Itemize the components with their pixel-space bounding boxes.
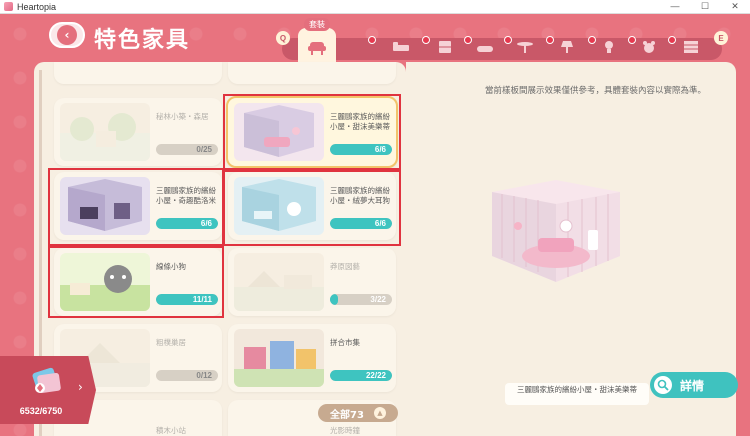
brick-wall-icon bbox=[684, 41, 698, 53]
progress-count: 0/12 bbox=[196, 371, 212, 380]
set-name: 積木小站 bbox=[156, 426, 186, 435]
set-thumbnail bbox=[234, 253, 324, 311]
tab-sets[interactable]: 套裝 bbox=[298, 18, 336, 66]
chevron-right-icon: › bbox=[78, 380, 83, 394]
tab-wall[interactable] bbox=[682, 40, 700, 54]
details-label: 詳情 bbox=[680, 378, 705, 393]
cabinet-icon bbox=[439, 41, 451, 53]
back-button[interactable]: ‹ bbox=[49, 22, 85, 48]
app-icon bbox=[4, 2, 13, 11]
tab-bed[interactable] bbox=[392, 40, 410, 54]
tab-table[interactable] bbox=[516, 40, 534, 54]
progress-bar: 0/12 bbox=[156, 370, 218, 381]
chevron-up-icon: ▲ bbox=[373, 407, 386, 419]
tab-lamp[interactable] bbox=[558, 40, 576, 54]
plant-icon bbox=[605, 41, 613, 53]
progress-bar: 3/22 bbox=[330, 294, 392, 305]
progress-count: 3/22 bbox=[370, 295, 386, 304]
tab-badge-dot bbox=[368, 36, 376, 44]
set-name: 秘林小築・森居 bbox=[156, 112, 209, 121]
highlight-box bbox=[48, 168, 224, 246]
tab-badge-dot bbox=[464, 36, 472, 44]
filter-dropdown[interactable]: 全部73 ▲ bbox=[318, 404, 398, 422]
minimize-button[interactable]: — bbox=[660, 1, 690, 12]
furniture-coupon-icon bbox=[30, 364, 64, 398]
preview-notice: 當前樣板間展示效果僅供參考，具體套裝內容以實際為準。 bbox=[484, 86, 706, 96]
currency-widget[interactable]: 6532/6750 › bbox=[0, 356, 96, 424]
table-icon bbox=[517, 42, 533, 53]
next-tab-key[interactable]: E bbox=[714, 31, 728, 45]
window-title: Heartopia bbox=[17, 1, 57, 12]
set-name: 粗樸巢居 bbox=[156, 338, 186, 347]
progress-bar: 22/22 bbox=[330, 370, 392, 381]
back-arrow-icon: ‹ bbox=[57, 25, 77, 45]
set-card-forest-hut[interactable]: 秘林小築・森居 0/25 bbox=[54, 98, 222, 166]
bathtub-icon bbox=[477, 46, 493, 52]
list-item[interactable] bbox=[228, 62, 396, 84]
progress-count: 22/22 bbox=[365, 371, 386, 380]
tab-badge-dot bbox=[504, 36, 512, 44]
prev-tab-key[interactable]: Q bbox=[276, 31, 290, 45]
tab-toy[interactable] bbox=[640, 40, 658, 54]
window-controls: — ☐ ✕ bbox=[660, 1, 750, 12]
set-thumbnail bbox=[234, 329, 324, 387]
tab-badge-dot bbox=[588, 36, 596, 44]
progress-bar: 0/25 bbox=[156, 144, 218, 155]
room-preview[interactable] bbox=[488, 178, 624, 286]
set-name: 莽原図藝 bbox=[330, 262, 360, 271]
set-card-patch-market[interactable]: 拼合市集 22/22 bbox=[228, 324, 396, 392]
close-button[interactable]: ✕ bbox=[720, 1, 750, 12]
progress-count: 0/25 bbox=[196, 145, 212, 154]
list-item[interactable] bbox=[54, 62, 222, 84]
maximize-button[interactable]: ☐ bbox=[690, 1, 720, 12]
highlight-box bbox=[48, 246, 224, 318]
set-card-wild-garden[interactable]: 莽原図藝 3/22 bbox=[228, 248, 396, 316]
teddy-bear-icon bbox=[643, 41, 655, 53]
tab-badge-dot bbox=[422, 36, 430, 44]
tab-badge-dot bbox=[546, 36, 554, 44]
details-button[interactable]: 詳情 bbox=[650, 372, 738, 398]
bed-icon bbox=[393, 42, 409, 51]
filter-label: 全部73 bbox=[330, 409, 364, 421]
lamp-icon bbox=[561, 41, 573, 53]
tab-cabinet[interactable] bbox=[436, 40, 454, 54]
tab-decor[interactable] bbox=[600, 40, 618, 54]
set-name: 拼合市集 bbox=[330, 338, 360, 347]
search-icon bbox=[654, 376, 672, 394]
tab-sets-label: 套裝 bbox=[304, 18, 330, 31]
highlight-box bbox=[223, 170, 401, 246]
set-thumbnail bbox=[60, 103, 150, 161]
room-preview-image bbox=[492, 180, 620, 282]
armchair-icon bbox=[308, 42, 326, 55]
set-name: 光影時鐘 bbox=[330, 426, 360, 435]
currency-count: 6532/6750 bbox=[19, 406, 63, 416]
progress-fill bbox=[330, 294, 339, 305]
tab-badge-dot bbox=[668, 36, 676, 44]
page-title: 特色家具 bbox=[94, 28, 191, 53]
preview-caption: 三麗鷗家族的繽紛小屋・甜沫美樂蒂 bbox=[505, 383, 649, 405]
tab-bathtub[interactable] bbox=[476, 40, 494, 54]
highlight-box bbox=[223, 94, 401, 170]
window-titlebar: Heartopia — ☐ ✕ bbox=[0, 0, 750, 14]
tab-badge-dot bbox=[628, 36, 636, 44]
